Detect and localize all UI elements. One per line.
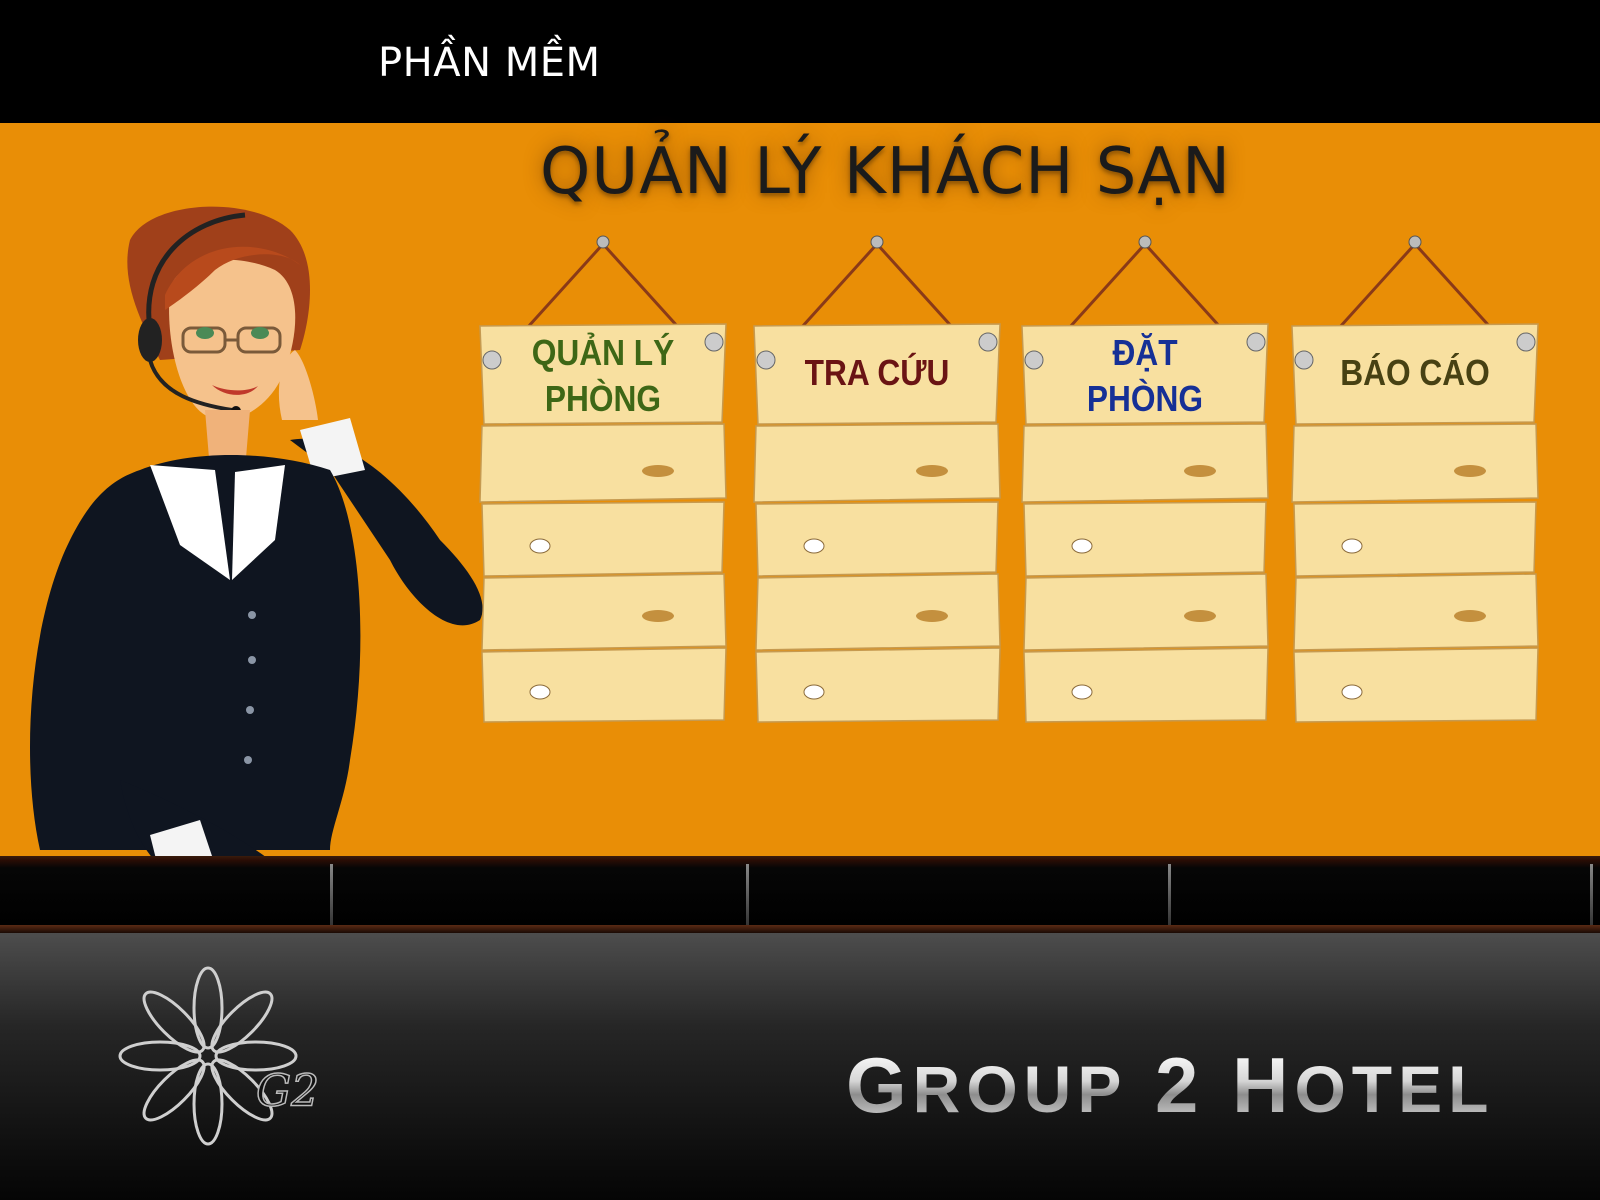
brand-number: 2 [1155,1041,1205,1129]
counter-divider [1168,864,1171,926]
wood-sign-graphic [479,235,727,723]
page-title: QUẢN LÝ KHÁCH SẠN [540,135,1231,209]
flower-logo-icon: G2 [118,966,320,1146]
counter-divider [330,864,333,926]
menu-board-lookup[interactable]: TRA CỨU [752,226,1002,726]
menu-label-line1[interactable]: TRA CỨU [767,350,987,396]
counter-divider [746,864,749,926]
wood-sign-graphic [1291,235,1539,723]
menu-board-room-management[interactable]: QUẢN LÝ PHÒNG [478,226,728,726]
wood-sign-graphic [1021,235,1269,723]
menu-label-line1[interactable]: QUẢN LÝ [493,330,713,376]
brand-otel: OTEL [1294,1052,1495,1126]
menu-label-line2[interactable]: PHÒNG [493,376,713,422]
menu-board-booking[interactable]: ĐẶT PHÒNG [1020,226,1270,726]
wood-sign-graphic [753,235,1001,723]
brand-g: G [846,1041,913,1129]
brand-roup: ROUP [912,1052,1128,1126]
brand-h: H [1232,1041,1295,1129]
logo-text: G2 [256,1066,319,1117]
menu-label-line1[interactable]: ĐẶT [1035,330,1255,376]
software-label: PHẦN MỀM [378,40,601,86]
brand-wordmark: GROUP 2 HOTEL [846,1040,1494,1131]
menu-board-report[interactable]: BÁO CÁO [1290,226,1540,726]
counter-edge [0,925,1600,933]
counter-divider [1590,864,1593,926]
top-bar: PHẦN MỀM [0,0,1600,123]
reception-counter [0,856,1600,928]
menu-label-line1[interactable]: BÁO CÁO [1305,350,1525,396]
receptionist-illustration [30,206,483,916]
menu-label-line2[interactable]: PHÒNG [1035,376,1255,422]
